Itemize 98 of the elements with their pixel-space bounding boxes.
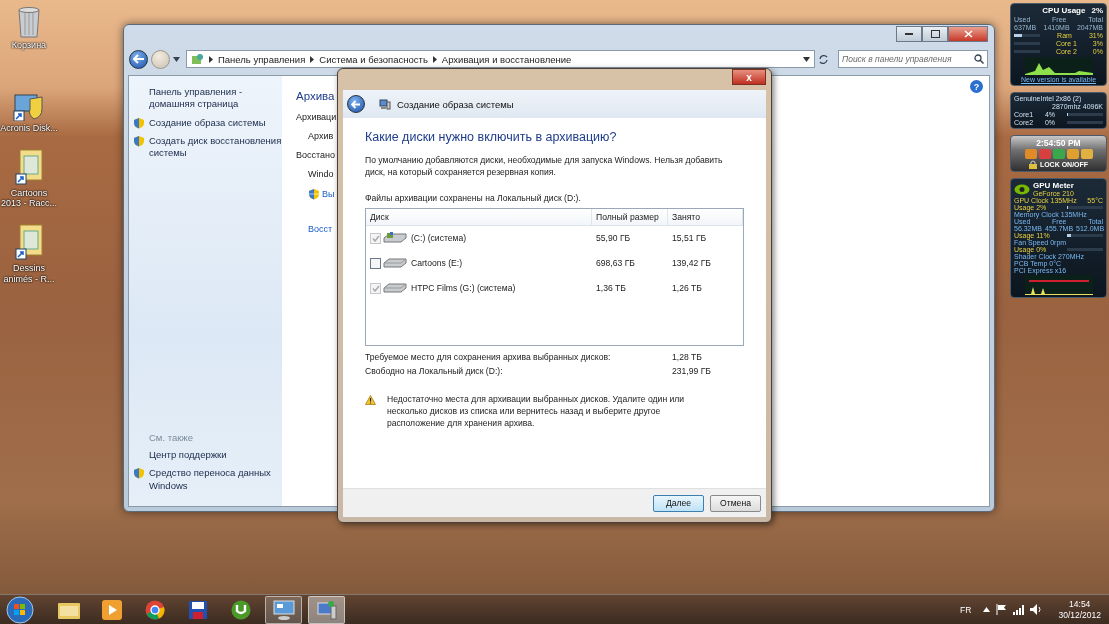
description-text: По умолчанию добавляются диски, необходимые для запуска Windows. Нельзя добавить диск, на который сохраняется резервная копия. [365,154,724,179]
summary-label: Свободно на Локальный диск (D:): [365,365,504,376]
drive-icon [383,282,407,295]
chevron-right-icon [209,55,213,63]
taskbar-date[interactable]: 30/12/2012 [1058,609,1101,621]
drive-icon [383,257,407,270]
disk-name: Cartoons (E:) [411,258,463,269]
disk-name: HTPC Films (G:) (система) [411,283,516,294]
see-also-heading: См. также [148,431,194,443]
breadcrumb-item[interactable]: Система и безопасность [319,53,428,65]
flag-icon[interactable] [996,604,1008,615]
sidebar-link[interactable]: Панель управления - домашняя страница [149,86,282,111]
back-button[interactable] [347,95,365,113]
maximize-button[interactable] [922,26,948,42]
warning-text: Недостаточно места для архивации выбранных дисков. Удалите один или несколько дисков из списка или вернитесь назад и выберите другое расположение для хранения архива. [387,392,686,430]
summary-value: 231,99 ГБ [672,365,712,376]
backup-location-text: Файлы архивации сохранены на Локальный диск (D:). [365,192,582,205]
breadcrumb-item[interactable]: Архивация и восстановление [441,53,572,65]
system-drive-icon [383,232,407,245]
torrent-icon [230,599,251,620]
sidebar-link[interactable]: Средство переноса данных Windows [149,467,282,492]
sidebar-link[interactable]: Создание образа системы [149,116,266,130]
gadget-button-icon[interactable] [1080,149,1093,159]
folder-shortcut-icon[interactable] [14,147,44,186]
link[interactable]: Вы [322,189,335,199]
help-button[interactable]: ? [970,80,983,93]
usage-graph [1024,57,1093,75]
page-heading: Архива [296,90,335,102]
chevron-right-icon [432,55,437,63]
eye-logo-icon [1014,183,1030,195]
folder-shortcut-icon[interactable] [14,223,44,262]
table-cell-text: 55,90 ГБ [595,233,632,244]
browser-icon [144,599,165,620]
computer-icon [379,98,391,110]
taskbar-button[interactable] [308,595,345,624]
cancel-button[interactable]: Отмена [710,494,761,512]
close-button[interactable]: x [732,69,766,85]
lock-icon [1028,160,1037,169]
section-text: Архив [308,131,334,141]
taskbar-time[interactable]: 14:54 [1069,598,1091,610]
table-cell-text: 698,63 ГБ [595,258,636,269]
back-arrow-icon [351,99,361,109]
speaker-icon[interactable] [1030,604,1043,615]
dialog-title: Создание образа системы [397,98,514,110]
table-cell-text: 1,36 ТБ [595,283,627,294]
dropdown-caret-icon[interactable] [803,56,810,62]
start-orb-icon[interactable] [6,595,34,624]
minimize-icon [905,32,913,36]
gadget-button-icon[interactable] [1066,149,1079,159]
desktop-icon-label[interactable]: Dessins animés - R... [0,263,58,285]
clock-time: 2:54:50 PM [1036,138,1081,148]
section-text: Восстано [296,150,335,160]
language-indicator[interactable]: FR [960,604,972,615]
disk-name: (C:) (система) [411,233,467,244]
chevron-right-icon [310,55,315,63]
sidebar-link[interactable]: Создать диск восстановления системы [149,135,282,160]
caret-up-icon[interactable] [983,607,991,612]
table-cell-text: 15,51 ГБ [671,233,708,244]
section-text: Архиваци [296,112,337,122]
column-header[interactable]: Занято [668,208,743,225]
monitor-icon [272,599,295,620]
column-header[interactable]: Диск [366,208,592,225]
refresh-icon[interactable] [818,53,829,65]
next-button[interactable]: Далее [653,494,704,512]
close-button[interactable] [948,26,988,42]
signal-bars-icon[interactable] [1013,604,1025,615]
breadcrumb-item[interactable]: Панель управления [218,53,306,65]
summary-label: Требуемое место для сохранения архива выбранных дисков: [365,351,612,362]
gadget-title: CPU Usage [1042,6,1086,15]
table-cell-text: 139,42 ГБ [671,258,712,269]
search-icon [974,54,984,64]
cpu-value: 2% [1091,6,1103,15]
back-arrow-icon [132,54,145,64]
taskbar-button[interactable] [265,595,302,624]
maximize-icon [930,30,940,38]
search-field[interactable]: Поиск в панели управления [838,50,988,68]
disk-checkbox[interactable] [370,257,381,269]
gpu-usage-graph [1024,275,1093,295]
back-button[interactable] [129,49,148,69]
play-icon [101,599,122,620]
column-header[interactable]: Полный размер [592,208,668,225]
folder-icon [57,600,80,619]
link[interactable]: Восст [308,224,333,234]
table-cell-text: 1,26 ТБ [671,283,703,294]
gadget-title: GPU Meter [1033,181,1074,190]
recycle-bin-icon[interactable] [16,4,42,38]
desktop-icon-label[interactable]: Cartoons 2013 - Racc... [0,187,58,210]
minimize-button[interactable] [896,26,922,42]
computer-icon [315,599,338,620]
section-text: Windo [308,169,334,179]
close-icon [963,30,973,38]
sidebar-link[interactable]: Центр поддержки [149,448,227,462]
warning-icon [365,394,376,405]
dialog-heading: Какие диски нужно включить в архивацию? [365,130,618,144]
dropdown-caret-icon[interactable] [173,56,180,62]
address-bar[interactable]: Панель управления Система и безопасность Архивация и восстановление [186,50,815,68]
shield-icon [308,188,320,200]
summary-value: 1,28 ТБ [672,351,703,362]
